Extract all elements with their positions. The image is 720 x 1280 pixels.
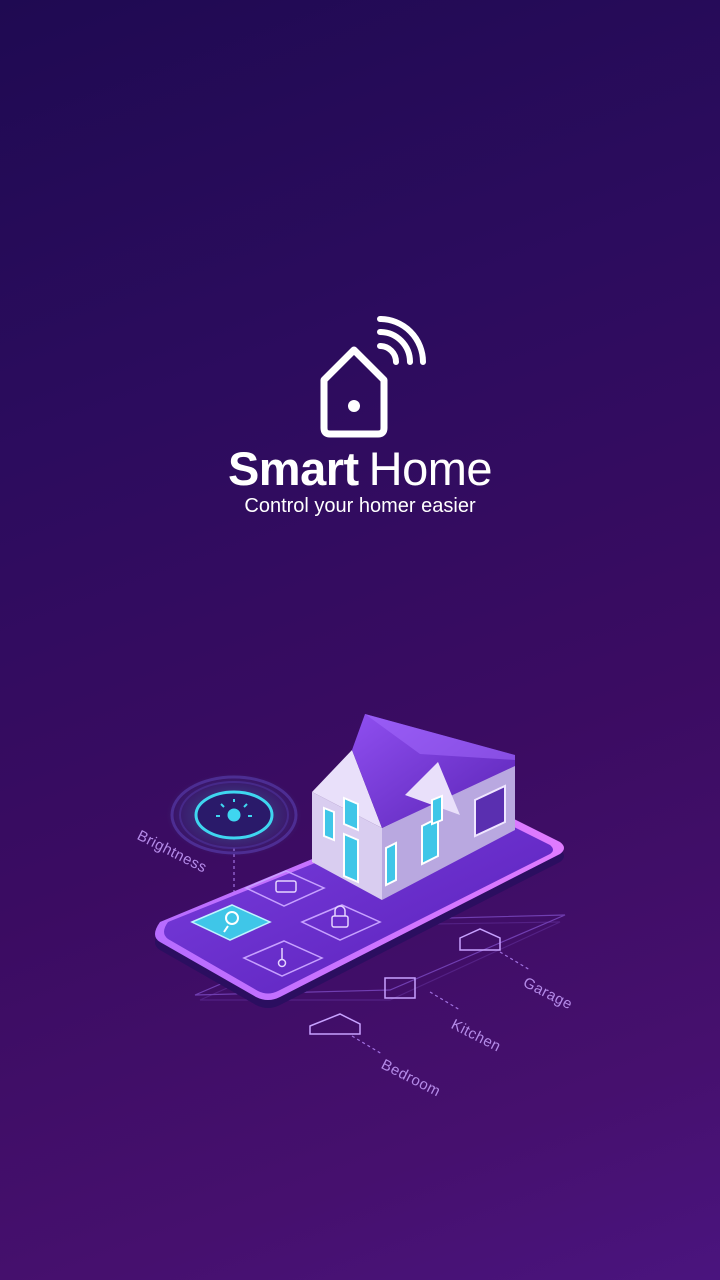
splash-screen: Smart Home Control your homer easier Bri… [0, 0, 720, 1280]
smart-home-illustration [155, 714, 566, 1055]
app-title: Smart Home [0, 440, 720, 498]
garage-icon [459, 928, 501, 951]
bed-icon [309, 1013, 361, 1035]
smart-home-logo-icon [320, 316, 426, 438]
app-title-bold: Smart [227, 442, 359, 495]
app-tagline: Control your homer easier [244, 495, 476, 517]
brightness-indicator [166, 773, 302, 857]
app-title-light: Home [368, 442, 493, 495]
